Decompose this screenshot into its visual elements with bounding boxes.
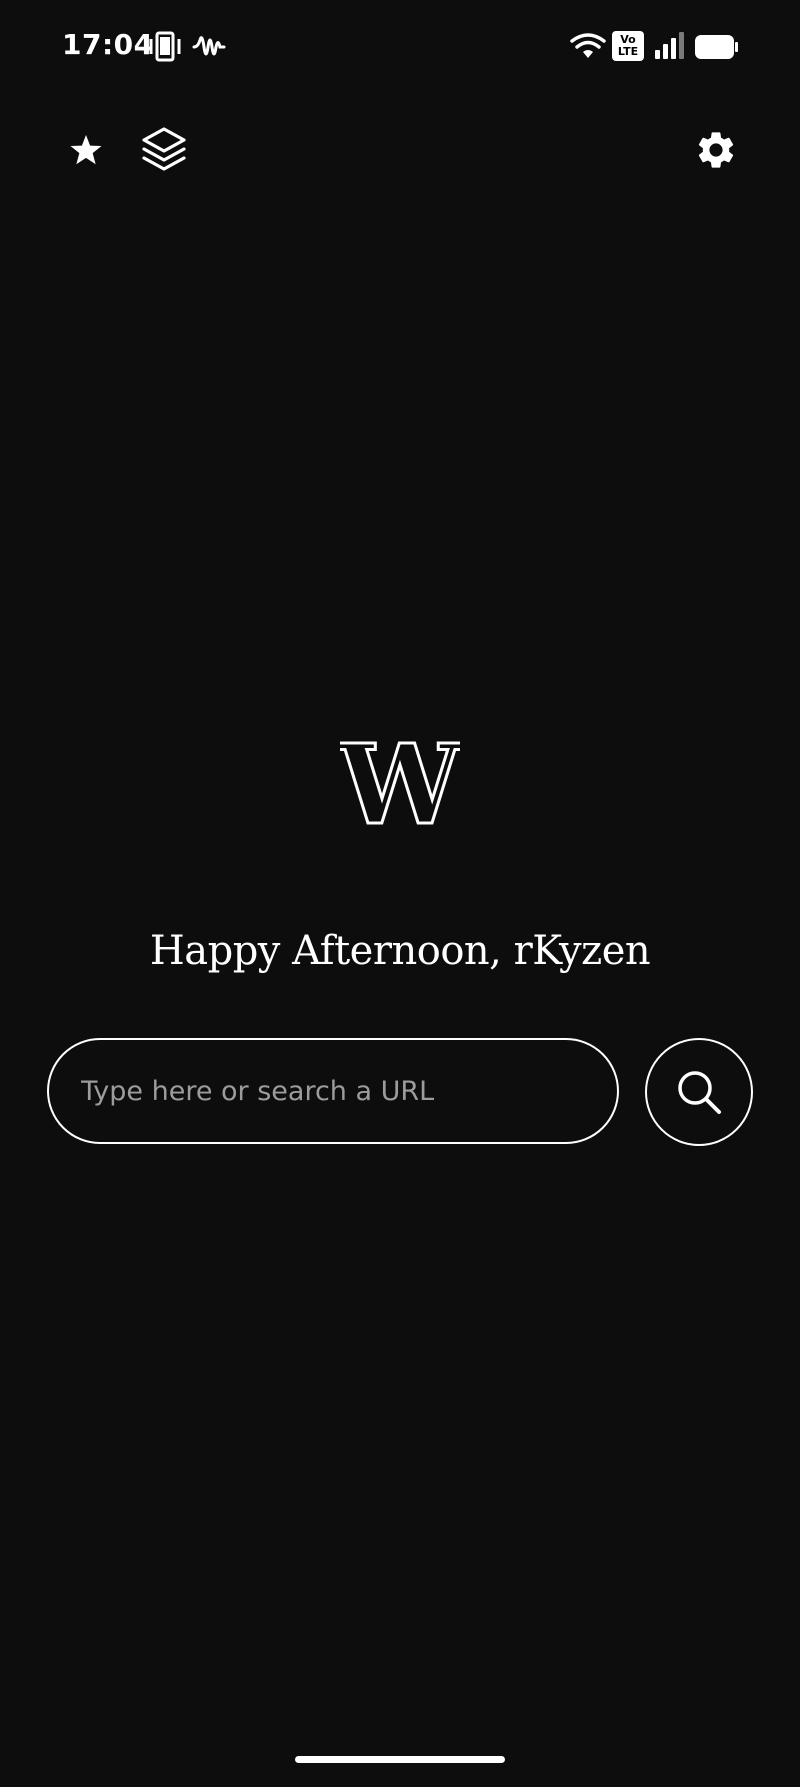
- star-icon: [70, 134, 102, 165]
- battery-icon: [695, 35, 738, 59]
- signal-icon: [655, 32, 684, 59]
- status-bar: 17:04 Vo LTE: [0, 0, 800, 96]
- search-input[interactable]: [79, 1074, 583, 1108]
- layers-icon: [142, 127, 186, 171]
- search-icon: [678, 1071, 721, 1114]
- gear-icon: [698, 132, 734, 168]
- svg-text:W: W: [340, 735, 460, 835]
- status-time: 17:04: [62, 28, 154, 61]
- phone-vibrate-icon: [149, 31, 181, 62]
- volte-icon: Vo LTE: [612, 31, 644, 61]
- tabs-button[interactable]: [138, 124, 190, 176]
- search-field[interactable]: [47, 1038, 619, 1144]
- settings-button[interactable]: [690, 124, 742, 176]
- home-indicator[interactable]: [295, 1756, 505, 1763]
- search-button[interactable]: [645, 1038, 753, 1146]
- bookmarks-button[interactable]: [60, 124, 112, 176]
- wifi-icon: [570, 33, 606, 58]
- greeting-text: Happy Afternoon, rKyzen: [149, 928, 651, 974]
- app-logo: W: [340, 735, 460, 835]
- sound-wave-icon: [192, 36, 226, 56]
